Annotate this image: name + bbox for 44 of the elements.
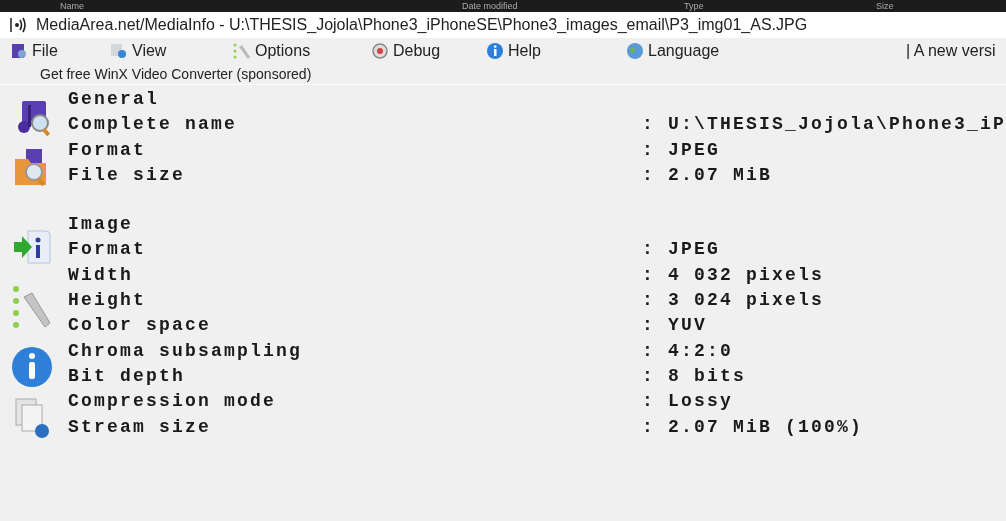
- field-label: Width: [67, 263, 134, 287]
- info-icon: [486, 42, 504, 60]
- field-label: Compression mode: [67, 390, 277, 414]
- update-notice[interactable]: | A new versi: [906, 39, 996, 63]
- field-value: : 4 032 pixels: [641, 263, 824, 287]
- menu-item[interactable]: View: [110, 39, 233, 63]
- field-value: : 4:2:0: [641, 339, 733, 363]
- field-value: : U:\THESIS_Jojola\Phone3_iP: [641, 113, 1006, 137]
- view-icon: [110, 42, 128, 60]
- column-header[interactable]: Type: [684, 1, 704, 11]
- field-value: : Lossy: [641, 390, 733, 414]
- info-icon[interactable]: [9, 345, 54, 389]
- field-value: : 3 024 pixels: [641, 289, 824, 313]
- field-label: Bit depth: [67, 364, 186, 388]
- wrench-list-icon: [233, 42, 251, 60]
- field-value: : JPEG: [641, 138, 720, 162]
- field-value: : 2.07 MiB: [641, 163, 772, 187]
- column-header[interactable]: Date modified: [462, 1, 518, 11]
- field-value: : JPEG: [641, 238, 720, 262]
- menu-item[interactable]: File: [10, 39, 110, 63]
- menu-item[interactable]: Language: [626, 39, 756, 63]
- info-arrow-icon[interactable]: [11, 229, 52, 265]
- field-label: Height: [67, 289, 147, 313]
- field-value: : 2.07 MiB (100%): [641, 415, 863, 439]
- menu-item[interactable]: Help: [486, 39, 626, 63]
- menu-item[interactable]: Options: [233, 39, 371, 63]
- section-heading: Image: [67, 213, 134, 237]
- menu-item[interactable]: Debug: [371, 39, 486, 63]
- field-value: : YUV: [641, 314, 707, 338]
- field-label: Chroma subsampling: [67, 339, 303, 363]
- field-label: Stream size: [67, 415, 212, 439]
- field-label: Format: [67, 238, 147, 262]
- field-label: Complete name: [67, 113, 238, 137]
- field-value: : 8 bits: [641, 364, 746, 388]
- field-label: Format: [67, 138, 147, 162]
- globe-icon: [626, 42, 644, 60]
- speaker-icon: [10, 17, 28, 33]
- column-header[interactable]: Name: [60, 1, 84, 11]
- window-title: MediaArea.net/MediaInfo - U:\THESIS_Jojola\Phone3_iPhoneSE\Phone3_images_email\P3_img01_AS.JPG: [36, 15, 808, 35]
- section-heading: General: [67, 88, 160, 111]
- sponsored-link[interactable]: Get free WinX Video Converter (sponsored): [40, 63, 312, 85]
- column-header[interactable]: Size: [876, 1, 894, 11]
- field-label: File size: [67, 163, 186, 187]
- field-label: Color space: [67, 314, 212, 338]
